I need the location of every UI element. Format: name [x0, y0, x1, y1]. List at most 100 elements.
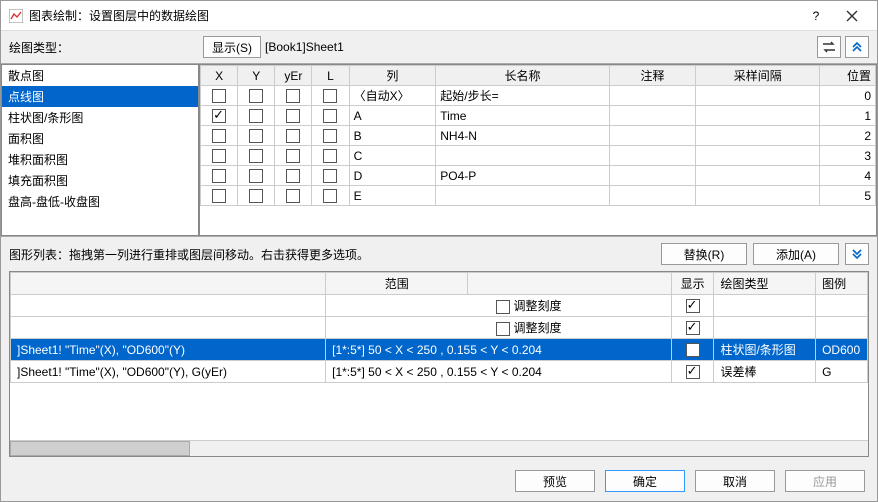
layer-row[interactable]: 调整刻度 [11, 295, 868, 317]
plot-type-item[interactable]: 散点图 [2, 65, 198, 86]
preview-button[interactable]: 预览 [515, 470, 595, 492]
layer-header-blank2[interactable] [468, 273, 671, 295]
checkbox-y[interactable] [249, 89, 263, 103]
checkbox-x[interactable] [212, 149, 226, 163]
replace-button[interactable]: 替换(R) [661, 243, 747, 265]
checkbox-l[interactable] [323, 149, 337, 163]
cell-pos: 5 [820, 186, 876, 206]
checkbox-x[interactable] [212, 169, 226, 183]
checkbox-yer[interactable] [286, 89, 300, 103]
rescale-checkbox[interactable] [496, 300, 510, 314]
data-row[interactable]: E5 [201, 186, 876, 206]
plot-type-item[interactable]: 填充面积图 [2, 170, 198, 191]
col-header-longname[interactable]: 长名称 [436, 66, 609, 86]
cell-an [609, 86, 696, 106]
cell-source: ]Sheet1! "Time"(X), "OD600"(Y) [11, 339, 326, 361]
layer-row[interactable]: ]Sheet1! "Time"(X), "OD600"(Y)[1*:5*] 50… [11, 339, 868, 361]
cell-ln: PO4-P [436, 166, 609, 186]
show-button[interactable]: 显示(S) [203, 36, 261, 58]
col-header-yer[interactable]: yEr [275, 66, 312, 86]
cell-source: ]Sheet1! "Time"(X), "OD600"(Y), G(yEr) [11, 361, 326, 383]
checkbox-l[interactable] [323, 169, 337, 183]
plot-type-item[interactable]: 盘高-盘低-收盘图 [2, 191, 198, 212]
checkbox-x[interactable] [212, 109, 226, 123]
cell-show [671, 317, 714, 339]
checkbox-x[interactable] [212, 89, 226, 103]
layer-row[interactable]: ]Sheet1! "Time"(X), "OD600"(Y), G(yEr)[1… [11, 361, 868, 383]
col-header-l[interactable]: L [312, 66, 349, 86]
show-checkbox[interactable] [686, 365, 700, 379]
show-checkbox[interactable] [686, 343, 700, 357]
cell-range: [1*:5*] 50 < X < 250 , 0.155 < Y < 0.204 [326, 361, 672, 383]
window-title: 图表绘制：设置图层中的数据绘图 [29, 7, 799, 24]
cell-col: E [349, 186, 436, 206]
data-row[interactable]: C3 [201, 146, 876, 166]
scrollbar-thumb[interactable] [10, 441, 190, 456]
checkbox-yer[interactable] [286, 169, 300, 183]
layer-header-type[interactable]: 绘图类型 [714, 273, 816, 295]
plot-type-item[interactable]: 柱状图/条形图 [2, 107, 198, 128]
add-button[interactable]: 添加(A) [753, 243, 839, 265]
checkbox-yer[interactable] [286, 109, 300, 123]
checkbox-l[interactable] [323, 89, 337, 103]
help-button[interactable]: ? [799, 6, 833, 26]
ok-button[interactable]: 确定 [605, 470, 685, 492]
col-header-pos[interactable]: 位置 [820, 66, 876, 86]
col-header-annot[interactable]: 注释 [609, 66, 696, 86]
checkbox-y[interactable] [249, 149, 263, 163]
col-header-x[interactable]: X [201, 66, 238, 86]
apply-button[interactable]: 应用 [785, 470, 865, 492]
cell-type: 误差棒 [714, 361, 816, 383]
cell-rescale: 调整刻度 [326, 317, 672, 339]
checkbox-y[interactable] [249, 169, 263, 183]
swap-button[interactable] [817, 36, 841, 58]
cell-legend: G [816, 361, 868, 383]
rescale-checkbox[interactable] [496, 322, 510, 336]
plot-type-list[interactable]: 散点图点线图柱状图/条形图面积图堆积面积图填充面积图盘高-盘低-收盘图 [1, 64, 199, 236]
data-columns-table: X Y yEr L 列 长名称 注释 采样间隔 位置 〈自动X〉起始/步长=0A… [200, 65, 876, 206]
cell-si [696, 86, 820, 106]
data-row[interactable]: BNH4-N2 [201, 126, 876, 146]
checkbox-yer[interactable] [286, 189, 300, 203]
data-row[interactable]: ATime1 [201, 106, 876, 126]
data-row[interactable]: 〈自动X〉起始/步长=0 [201, 86, 876, 106]
layer-table: 范围 显示 绘图类型 图例 调整刻度 调整刻度]Sheet1! "Time"(X… [10, 272, 868, 383]
checkbox-l[interactable] [323, 109, 337, 123]
layer-header-range[interactable]: 范围 [326, 273, 468, 295]
checkbox-x[interactable] [212, 129, 226, 143]
layer-header-blank[interactable] [11, 273, 326, 295]
checkbox-y[interactable] [249, 109, 263, 123]
cancel-button[interactable]: 取消 [695, 470, 775, 492]
cell-col: B [349, 126, 436, 146]
checkbox-x[interactable] [212, 189, 226, 203]
collapse-down-button[interactable] [845, 243, 869, 265]
col-header-y[interactable]: Y [238, 66, 275, 86]
show-checkbox[interactable] [686, 299, 700, 313]
horizontal-scrollbar[interactable] [10, 440, 868, 456]
cell-source [11, 317, 326, 339]
close-button[interactable] [835, 6, 869, 26]
plot-type-item[interactable]: 点线图 [2, 86, 198, 107]
lower-pane: 范围 显示 绘图类型 图例 调整刻度 调整刻度]Sheet1! "Time"(X… [1, 271, 877, 461]
col-header-sample[interactable]: 采样间隔 [696, 66, 820, 86]
cell-ln [436, 146, 609, 166]
show-checkbox[interactable] [686, 321, 700, 335]
plot-type-item[interactable]: 面积图 [2, 128, 198, 149]
checkbox-l[interactable] [323, 129, 337, 143]
plot-type-item[interactable]: 堆积面积图 [2, 149, 198, 170]
layer-header-legend[interactable]: 图例 [816, 273, 868, 295]
checkbox-l[interactable] [323, 189, 337, 203]
cell-si [696, 186, 820, 206]
layer-row[interactable]: 调整刻度 [11, 317, 868, 339]
data-row[interactable]: DPO4-P4 [201, 166, 876, 186]
collapse-up-button[interactable] [845, 36, 869, 58]
cell-col: 〈自动X〉 [349, 86, 436, 106]
cell-an [609, 106, 696, 126]
checkbox-yer[interactable] [286, 149, 300, 163]
col-header-col[interactable]: 列 [349, 66, 436, 86]
titlebar: 图表绘制：设置图层中的数据绘图 ? [1, 1, 877, 31]
checkbox-yer[interactable] [286, 129, 300, 143]
layer-header-show[interactable]: 显示 [671, 273, 714, 295]
checkbox-y[interactable] [249, 129, 263, 143]
checkbox-y[interactable] [249, 189, 263, 203]
